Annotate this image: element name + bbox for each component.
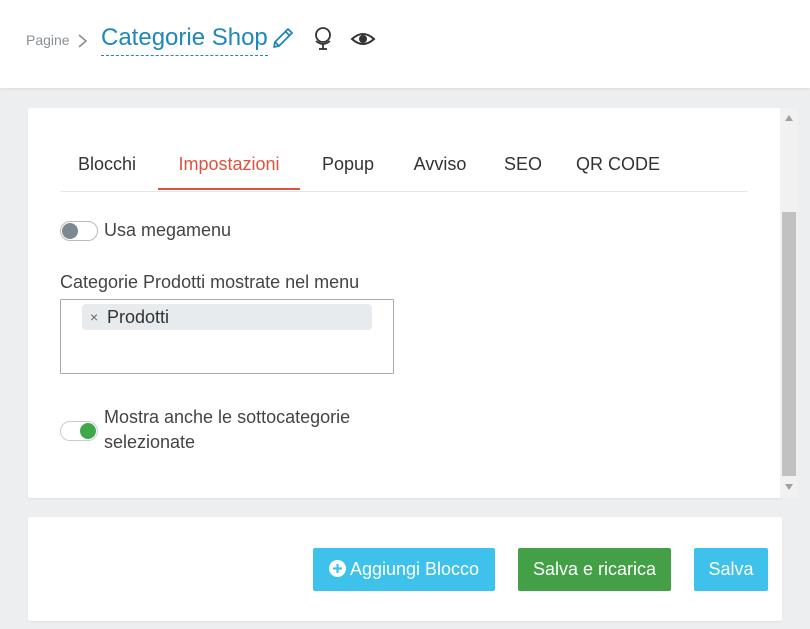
breadcrumb-parent-link[interactable]: Pagine [26, 32, 70, 48]
toggle-knob [62, 223, 78, 239]
tab-seo[interactable]: SEO [498, 142, 548, 190]
tab-qr-code[interactable]: QR CODE [570, 142, 666, 190]
tab-impostazioni[interactable]: Impostazioni [158, 142, 300, 190]
scroll-up-arrow-icon[interactable] [784, 114, 794, 122]
add-block-label: Aggiungi Blocco [349, 559, 480, 579]
megamenu-toggle[interactable] [60, 221, 98, 241]
plus-circle-icon [328, 560, 346, 577]
categories-field-label: Categorie Prodotti mostrate nel menu [60, 272, 360, 292]
save-button[interactable]: Salva [694, 548, 768, 591]
globe-icon[interactable] [311, 25, 335, 51]
panel-scrollbar[interactable] [780, 108, 798, 498]
tab-bar: Blocchi Impostazioni Popup Avviso SEO QR… [60, 142, 748, 192]
save-reload-button[interactable]: Salva e ricarica [518, 548, 671, 591]
show-subcategories-toggle[interactable] [60, 421, 98, 441]
megamenu-label: Usa megamenu [104, 220, 232, 240]
categories-multiselect[interactable]: × Prodotti [60, 299, 394, 374]
chevron-right-icon [78, 34, 88, 48]
chip-remove-icon[interactable]: × [90, 307, 98, 327]
tab-avviso[interactable]: Avviso [404, 142, 476, 190]
tab-blocchi[interactable]: Blocchi [60, 142, 154, 190]
show-subcategories-label-line1: Mostra anche le sottocategorie [104, 407, 351, 427]
chip-label: Prodotti [107, 307, 170, 327]
toggle-knob [80, 423, 96, 439]
category-chip: × Prodotti [82, 304, 372, 330]
page-header: Pagine Categorie Shop [0, 0, 810, 88]
show-subcategories-label-line2: selezionate [104, 432, 196, 452]
eye-icon[interactable] [350, 29, 376, 49]
scrollbar-thumb[interactable] [782, 212, 796, 476]
scroll-down-arrow-icon[interactable] [784, 483, 794, 491]
add-block-button[interactable]: Aggiungi Blocco [313, 548, 495, 591]
tab-popup[interactable]: Popup [310, 142, 386, 190]
page-title[interactable]: Categorie Shop [101, 23, 268, 56]
pencil-icon[interactable] [270, 25, 296, 51]
